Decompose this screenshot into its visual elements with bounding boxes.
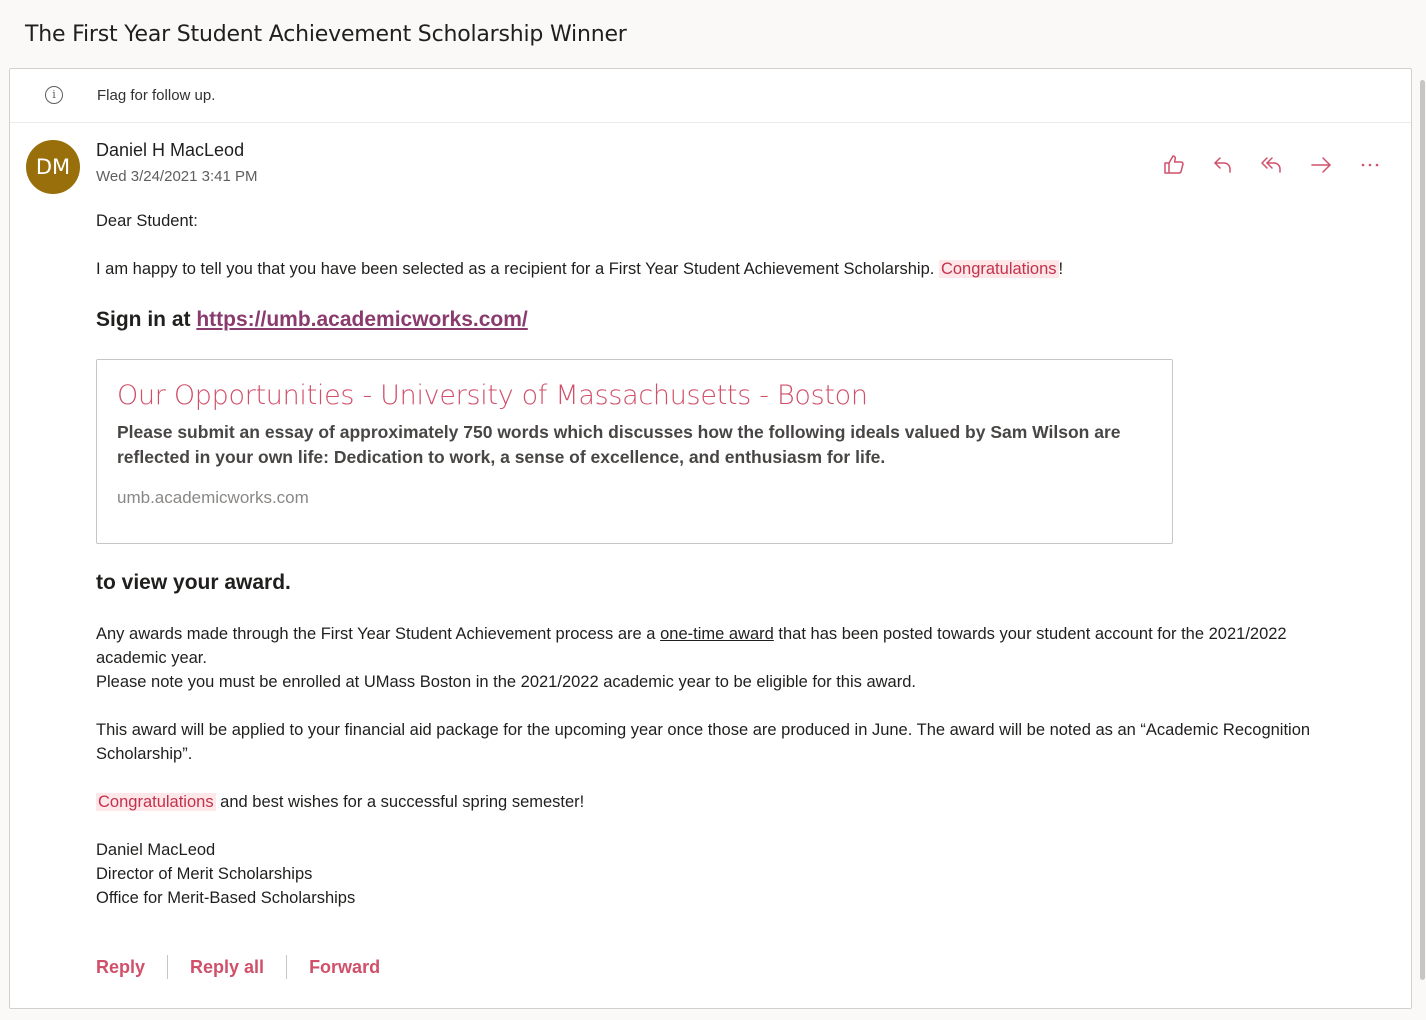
sender-name[interactable]: Daniel H MacLeod [96, 140, 244, 161]
greeting: Dear Student: [96, 212, 198, 230]
body-paragraph-4: Congratulations and best wishes for a su… [96, 790, 1346, 814]
body-paragraph-1: I am happy to tell you that you have bee… [96, 257, 1346, 281]
para2-text-c: Please note you must be enrolled at UMas… [96, 673, 916, 691]
congratulations-highlight-2[interactable]: Congratulations [96, 793, 216, 811]
message-body: Dear Student: I am happy to tell you tha… [96, 209, 1346, 910]
signature-office: Office for Merit-Based Scholarships [96, 889, 356, 907]
reply-all-icon [1260, 156, 1281, 173]
reply-footer-button[interactable]: Reply [96, 957, 145, 978]
scrollbar-thumb[interactable] [1420, 80, 1425, 980]
congratulations-highlight[interactable]: Congratulations [938, 260, 1059, 278]
view-award-text: to view your award. [96, 571, 291, 594]
reply-icon [1213, 156, 1231, 173]
signin-line: Sign in at https://umb.academicworks.com… [96, 305, 1346, 335]
more-actions-button[interactable] [1354, 149, 1385, 180]
para4-text: and best wishes for a successful spring … [220, 793, 585, 811]
email-subject: The First Year Student Achievement Schol… [25, 22, 627, 47]
link-preview-domain: umb.academicworks.com [117, 488, 309, 507]
signature-title: Director of Merit Scholarships [96, 865, 313, 883]
signin-prefix: Sign in at [96, 308, 191, 331]
more-icon [1361, 163, 1378, 166]
reply-button[interactable] [1207, 149, 1238, 180]
divider [286, 955, 288, 979]
link-preview-title[interactable]: Our Opportunities - University of Massac… [117, 382, 1152, 409]
footer-actions: Reply Reply all Forward [96, 955, 380, 979]
link-preview-card[interactable]: Our Opportunities - University of Massac… [96, 359, 1173, 544]
info-icon: i [45, 86, 63, 104]
signin-link[interactable]: https://umb.academicworks.com/ [196, 308, 527, 331]
body-paragraph-2: Any awards made through the First Year S… [96, 622, 1346, 694]
link-preview-description: Please submit an essay of approximately … [117, 422, 1121, 467]
like-button[interactable] [1158, 149, 1189, 180]
message-card: i Flag for follow up. DM Daniel H MacLeo… [9, 68, 1412, 1009]
sent-date: Wed 3/24/2021 3:41 PM [96, 168, 258, 185]
one-time-award-text: one-time award [660, 625, 774, 643]
message-actions [1158, 149, 1385, 180]
divider [167, 955, 169, 979]
like-icon [1163, 154, 1184, 174]
body-text: I am happy to tell you that you have bee… [96, 260, 935, 278]
signature-name: Daniel MacLeod [96, 841, 216, 859]
para2-text-a: Any awards made through the First Year S… [96, 625, 656, 643]
forward-icon [1310, 156, 1331, 173]
body-paragraph-3: This award will be applied to your finan… [96, 721, 1311, 763]
avatar[interactable]: DM [26, 140, 80, 194]
reply-all-footer-button[interactable]: Reply all [190, 957, 264, 978]
forward-footer-button[interactable]: Forward [309, 957, 380, 978]
info-bar: i Flag for follow up. [10, 69, 1411, 123]
reply-all-button[interactable] [1256, 149, 1287, 180]
exclamation: ! [1058, 260, 1064, 278]
forward-button[interactable] [1305, 149, 1336, 180]
info-bar-text: Flag for follow up. [97, 87, 216, 104]
signature: Daniel MacLeod Director of Merit Scholar… [96, 838, 1346, 910]
